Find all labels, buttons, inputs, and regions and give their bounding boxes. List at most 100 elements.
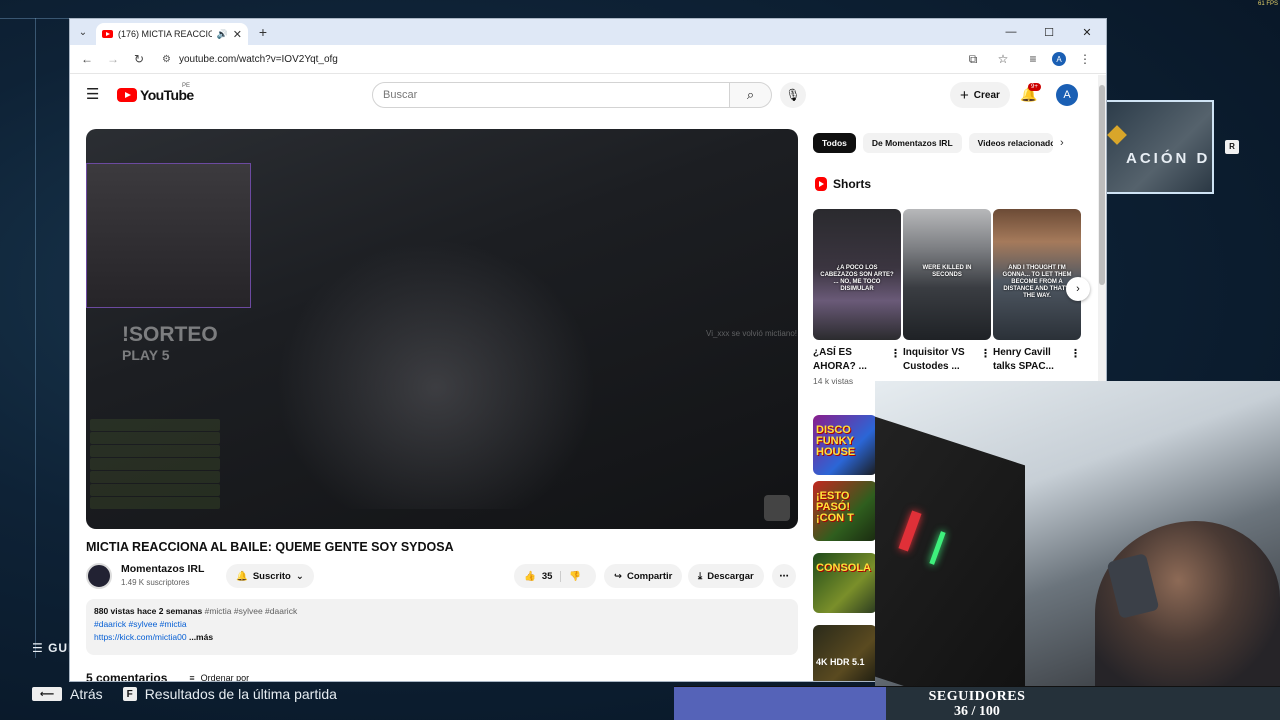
short-title[interactable]: ¿ASÍ ES AHORA? ...	[813, 347, 867, 372]
filter-chips: Todos De Momentazos IRL Videos relaciona…	[813, 133, 1053, 153]
chip-related[interactable]: Videos relacionados	[968, 133, 1053, 153]
short-caption: ¿A POCO LOS CABEZAZOS SON ARTE? ... NO, …	[820, 265, 894, 292]
media-controls-icon[interactable]: ≡	[1022, 48, 1044, 70]
sort-comments-button[interactable]: ≡ Ordenar por	[189, 673, 249, 681]
new-tab-button[interactable]: +	[252, 24, 274, 40]
channel-avatar[interactable]	[86, 563, 112, 589]
subscribed-label: Suscrito	[252, 570, 291, 582]
browser-tab-youtube[interactable]: (176) MICTIA REACCIONA A 🔊 ✕	[96, 23, 248, 45]
more-vertical-icon[interactable]: ⋮	[980, 347, 991, 361]
sort-icon: ≡	[189, 673, 195, 681]
r-key-hint: R	[1225, 140, 1239, 154]
like-count: 35	[541, 570, 553, 582]
thumbnail-text: CONSOLA	[816, 562, 871, 574]
follower-alert: Vi_xxx se volvió mictiano!	[706, 329, 797, 338]
voice-search-button[interactable]: 🎙	[780, 82, 806, 108]
short-thumbnail[interactable]: WERE KILLED IN SECONDS	[903, 209, 991, 340]
download-label: Descargar	[707, 570, 754, 582]
chip-all[interactable]: Todos	[813, 133, 856, 153]
comments-header: 5 comentarios ≡ Ordenar por	[86, 671, 249, 681]
maximize-button[interactable]: ☐	[1030, 19, 1068, 45]
youtube-logo-icon	[117, 88, 137, 102]
bell-icon: 🔔	[236, 570, 248, 582]
channel-watermark-icon	[764, 495, 790, 521]
search-input[interactable]: Buscar	[372, 82, 730, 108]
comments-count: 5 comentarios	[86, 671, 168, 681]
recommended-video-thumbnail[interactable]: ¡ESTO PASÓ! ¡CON T	[813, 481, 877, 541]
download-button[interactable]: ⤓ Descargar	[688, 564, 764, 588]
install-app-icon[interactable]: ⧉	[962, 48, 984, 70]
toolbar-actions: ⧉ ☆ ≡ A ⋮	[962, 48, 1100, 70]
shorts-icon	[815, 177, 827, 191]
back-arrow-icon: ⟵	[32, 687, 62, 701]
recommended-video-thumbnail[interactable]: CONSOLA	[813, 553, 877, 613]
thumbnail-text: DISCO FUNKY HOUSE	[816, 424, 856, 458]
hamburger-menu-icon[interactable]: ☰	[86, 85, 102, 103]
chevron-right-icon: ›	[1076, 283, 1080, 295]
rank-icon	[1107, 125, 1127, 145]
tab-title: (176) MICTIA REACCIONA A	[118, 29, 212, 39]
close-tab-icon[interactable]: ✕	[233, 28, 242, 41]
browser-profile-avatar[interactable]: A	[1052, 52, 1066, 66]
background-divider	[0, 18, 69, 19]
subscribed-button[interactable]: 🔔 Suscrito ⌄	[226, 564, 314, 588]
recommended-video-thumbnail[interactable]: 4K HDR 5.1	[813, 625, 877, 681]
short-thumbnail[interactable]: AND I THOUGHT I'M GONNA... TO LET THEM B…	[993, 209, 1081, 340]
account-avatar[interactable]: A	[1056, 84, 1078, 106]
close-window-button[interactable]: ✕	[1068, 19, 1106, 45]
recommended-video-thumbnail[interactable]: DISCO FUNKY HOUSE	[813, 415, 877, 475]
share-label: Compartir	[626, 570, 673, 582]
video-scene	[276, 239, 596, 509]
share-button[interactable]: ↪ Compartir	[604, 564, 683, 588]
short-item[interactable]: ¿A POCO LOS CABEZAZOS SON ARTE? ... NO, …	[813, 209, 901, 386]
short-title[interactable]: Henry Cavill talks SPAC...	[993, 347, 1054, 372]
description-hashtags[interactable]: #daarick #sylvee #mictia	[94, 618, 790, 631]
sort-label: Ordenar por	[200, 673, 250, 681]
youtube-logo[interactable]: YouTube	[117, 87, 194, 103]
speaker-icon[interactable]: 🔊	[217, 29, 228, 40]
shorts-next-button[interactable]: ›	[1066, 277, 1090, 301]
short-title[interactable]: Inquisitor VS Custodes ...	[903, 347, 965, 372]
download-icon: ⤓	[698, 570, 703, 582]
game-bottom-bar: ⟵ Atrás F Resultados de la última partid…	[32, 686, 337, 702]
thumbnail-text: 4K HDR 5.1	[816, 657, 865, 667]
more-vertical-icon[interactable]: ⋮	[1070, 347, 1081, 361]
back-button[interactable]: Atrás	[70, 686, 103, 702]
description-link[interactable]: https://kick.com/mictia00	[94, 632, 187, 642]
short-thumbnail[interactable]: ¿A POCO LOS CABEZAZOS SON ARTE? ... NO, …	[813, 209, 901, 340]
site-info-icon[interactable]: ⚙	[162, 54, 171, 65]
reload-button[interactable]: ↻	[128, 48, 150, 70]
show-more-link[interactable]: ...más	[189, 632, 213, 642]
forward-nav-button[interactable]: →	[102, 48, 124, 70]
shorts-header: Shorts	[815, 177, 871, 191]
chevron-right-icon[interactable]: ›	[1060, 137, 1064, 149]
giveaway-title: !SORTEO	[122, 323, 218, 346]
like-button[interactable]: 👍 35	[514, 570, 562, 582]
more-vertical-icon[interactable]: ⋮	[890, 347, 901, 361]
share-icon: ↪	[614, 570, 622, 582]
chip-from-channel[interactable]: De Momentazos IRL	[862, 133, 962, 153]
video-player[interactable]: !SORTEO PLAY 5 Vi_xxx se volvió mictiano…	[86, 129, 798, 529]
browser-menu-icon[interactable]: ⋮	[1074, 48, 1096, 70]
channel-name[interactable]: Momentazos IRL	[121, 563, 204, 575]
giveaway-prize: PLAY 5	[122, 347, 170, 363]
tab-search-button[interactable]: ⌄	[70, 19, 96, 45]
short-item[interactable]: WERE KILLED IN SECONDS Inquisitor VS Cus…	[903, 209, 991, 376]
address-bar[interactable]: ⚙ youtube.com/watch?v=IOV2Yqt_ofg	[154, 48, 958, 70]
chevron-down-icon: ⌄	[295, 570, 304, 582]
more-actions-button[interactable]: ⋯	[772, 564, 796, 588]
video-description[interactable]: 880 vistas hace 2 semanas #mictia #sylve…	[86, 599, 798, 655]
back-nav-button[interactable]: ←	[76, 48, 98, 70]
short-caption: WERE KILLED IN SECONDS	[922, 265, 972, 278]
dislike-button[interactable]: 👎	[561, 571, 581, 582]
followers-count: 36 / 100	[954, 704, 1000, 719]
scrollbar-thumb[interactable]	[1099, 85, 1105, 285]
f-key-hint: F	[122, 687, 137, 701]
bookmark-star-icon[interactable]: ☆	[992, 48, 1014, 70]
search-button[interactable]: ⌕	[730, 82, 772, 108]
subscriber-count: 1.49 K suscriptores	[121, 578, 190, 587]
last-match-results-button[interactable]: Resultados de la última partida	[145, 686, 337, 702]
plus-icon: +	[960, 86, 969, 104]
minimize-button[interactable]: —	[992, 19, 1030, 45]
create-button[interactable]: + Crear	[950, 82, 1010, 108]
